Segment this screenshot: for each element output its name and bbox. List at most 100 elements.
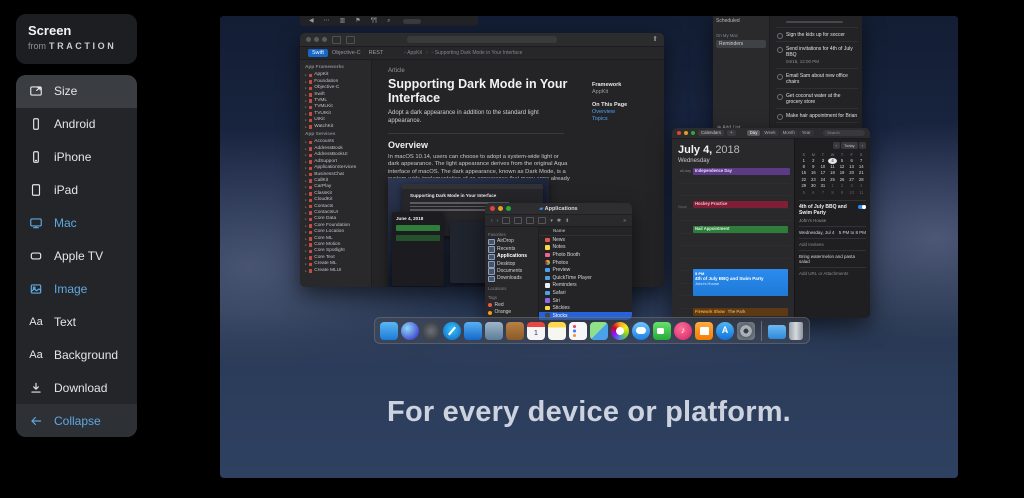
calendar-dock-icon <box>527 321 545 340</box>
mini-month-day: 6 <box>812 189 815 195</box>
mail-dock-icon <box>464 321 482 340</box>
safari-dock-icon <box>443 321 461 340</box>
finder-file-row: Stickies <box>539 304 632 312</box>
canvas-caption-text: For every device or platform. <box>387 396 791 428</box>
event-firework-show: Firework Show The Park <box>693 308 788 316</box>
text-aa-icon: Aa <box>29 315 43 328</box>
reminder-row: Sign the kids up for soccer <box>776 28 858 42</box>
ipad-icon <box>31 184 41 197</box>
flag-icon: ⚑ <box>355 18 361 24</box>
dock-separator <box>761 320 762 341</box>
mini-month-day: 11 <box>859 189 864 195</box>
docs-language-row: SwiftObjective-C REST AppKit › Supporting… <box>300 47 664 60</box>
preview-dock-icon <box>485 321 503 340</box>
framework-item: Create MLUI <box>305 268 371 274</box>
mini-month-day: 10 <box>849 189 854 195</box>
event-nail-appointment: Nail Appointment <box>693 226 788 233</box>
next-day-button: › <box>858 142 866 149</box>
address-bar <box>407 36 557 43</box>
brand-from: from <box>28 41 46 51</box>
facetime-dock-icon <box>653 321 671 340</box>
day-view: July 4, 2018 Wednesday all-day Independe… <box>672 139 794 318</box>
finder-file-row: Reminders <box>539 282 632 290</box>
today-button: Today <box>840 142 858 149</box>
sidebar-item-android[interactable]: Android <box>16 108 137 141</box>
trash-dock-icon <box>789 321 803 340</box>
finder-file-row: Notes <box>539 244 632 252</box>
event-detail: 4th of July BBQ and Swim Party John's Ho… <box>799 199 866 276</box>
books-dock-icon <box>695 321 713 340</box>
mini-month-day: 5 <box>802 189 805 195</box>
reminder-row: Make hair appointment for Brian <box>776 109 858 123</box>
sidebar-toggle-icon <box>332 35 341 44</box>
breadcrumb: AppKit › Supporting Dark Mode in Your In… <box>404 50 522 56</box>
docs-titlebar: ⬆ <box>300 33 664 47</box>
article-meta: Framework AppKit On This Page Overview T… <box>592 82 628 122</box>
screenshot-desktop: ◀ ⋯ ▥ ⚑ ¶¶ ⌕ ⬆ SwiftObjective-C REST AppK… <box>220 16 958 376</box>
view-tab: Day <box>746 129 761 137</box>
app-icon <box>545 275 550 281</box>
photos-dock-icon <box>611 321 629 340</box>
reminders-list: Sign the kids up for soccer Send invitat… <box>770 16 862 135</box>
overview-heading: Overview <box>388 140 429 150</box>
app-name: Screen <box>28 23 72 38</box>
finder-sidebar-item: AirDrop <box>488 238 535 246</box>
sidebar-item-apple-tv[interactable]: Apple TV <box>16 240 137 273</box>
finder-sidebar-item: Downloads <box>488 275 535 283</box>
finder-tag-item: Orange <box>488 309 535 316</box>
app-icon <box>545 245 550 250</box>
messages-dock-icon <box>632 321 650 340</box>
folder-icon <box>488 246 495 253</box>
finder-toolbar: ‹ › ▾ ✱ ⬆ » <box>485 215 632 227</box>
sidebar-item-download[interactable]: Download <box>16 371 137 404</box>
finder-sidebar-item: Desktop <box>488 261 535 268</box>
finder-sidebar-item: Applications <box>488 253 535 261</box>
sidebar-item-iphone[interactable]: iPhone <box>16 141 137 174</box>
traffic-lights <box>490 206 511 211</box>
canvas-panel[interactable]: ◀ ⋯ ▥ ⚑ ¶¶ ⌕ ⬆ SwiftObjective-C REST AppK… <box>220 16 958 478</box>
siri-dock-icon <box>401 321 419 340</box>
forward-icon: › <box>496 217 499 224</box>
contacts-dock-icon <box>506 321 524 340</box>
folder-icon <box>488 238 495 246</box>
sidebar-item-background[interactable]: Aa Background <box>16 338 137 371</box>
finder-file-row: News <box>539 236 632 244</box>
action-gear-icon: ✱ <box>556 217 562 224</box>
sidebar-item-size[interactable]: Size <box>16 75 137 108</box>
app-logo: Screen from TRACTION <box>16 14 137 64</box>
share-icon: ⬆ <box>565 217 570 224</box>
image-icon <box>30 284 42 294</box>
finder-file-row: Siri <box>539 297 632 305</box>
traffic-lights <box>306 37 327 42</box>
mini-month-day: 7 <box>821 189 825 195</box>
reminders-dock-icon <box>569 321 587 340</box>
dock <box>374 317 810 344</box>
finder-window: Applications ‹ › ▾ ✱ ⬆ » Favorites AirDr… <box>485 203 632 320</box>
mac-display-icon <box>30 218 42 229</box>
app-icon <box>545 290 550 296</box>
reminder-row: Get coconut water at the grocery store <box>776 89 858 109</box>
sidebar-item-mac[interactable]: Mac <box>16 207 137 240</box>
sidebar-item-text[interactable]: Aa Text <box>16 305 137 338</box>
tag-color-dot <box>488 303 492 308</box>
sidebar-collapse-button[interactable]: Collapse <box>16 404 137 437</box>
finder-tag-item: Red <box>488 302 535 309</box>
calendar-date-heading: July 4, 2018 <box>678 144 740 156</box>
finder-file-row: Safari <box>539 289 632 297</box>
system-preferences-dock-icon <box>737 321 755 340</box>
sidebar-item-ipad[interactable]: iPad <box>16 174 137 207</box>
day-grid: Noon Hockey Practice Nail Appointment 5 … <box>678 183 790 318</box>
app-store-dock-icon <box>716 321 734 340</box>
folder-icon <box>488 261 495 268</box>
article-title: Supporting Dark Mode in Your Interface <box>388 77 568 105</box>
mini-month-day: 9 <box>840 189 844 195</box>
apple-tv-icon <box>30 252 42 260</box>
calendar-inspector: ‹ Today › SMTWTFS 1 2 3 4 5 6 7 8 9 10 11 12 13 14 15 1… <box>794 139 870 318</box>
figure-calendar-thumbnail: June 4, 2018 <box>392 212 444 286</box>
sidebar-item-image[interactable]: Image <box>16 272 137 305</box>
reminder-row: Send invitations for 4th of July BBQ 04/… <box>776 42 858 69</box>
zoom-pill <box>402 18 421 24</box>
sidebar-menu: Size Android iPhone iPad Mac Apple TV Im… <box>16 75 137 437</box>
event-color-toggle <box>858 204 866 210</box>
download-icon <box>31 382 41 393</box>
